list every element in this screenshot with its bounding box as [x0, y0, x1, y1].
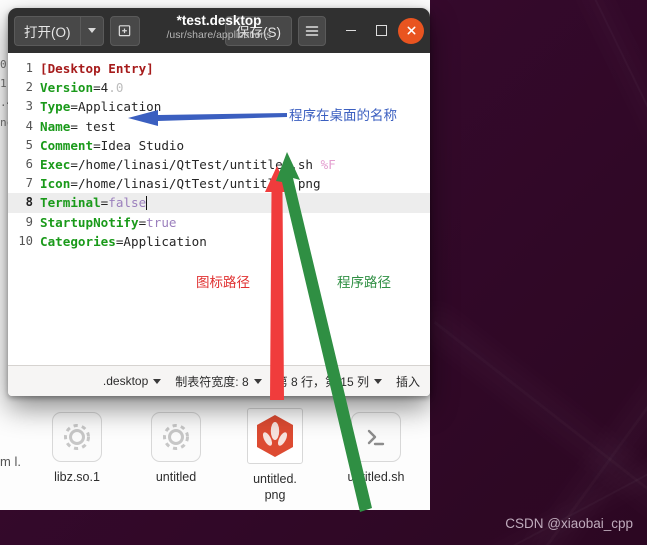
- window-titlebar[interactable]: 打开(O) *test.desktop /usr/share/applicati…: [8, 8, 430, 53]
- desktop-icon-label: untitled. png: [253, 472, 297, 502]
- open-dropdown-button[interactable]: [79, 15, 104, 46]
- filetype-label: .desktop: [102, 374, 149, 388]
- gedit-window[interactable]: 打开(O) *test.desktop /usr/share/applicati…: [8, 8, 430, 396]
- wallpaper-streak: [586, 0, 647, 200]
- tab-width-label: 制表符宽度: 8: [175, 374, 249, 389]
- code-token-key: Name: [40, 118, 71, 134]
- text-editor-area[interactable]: 1 [Desktop Entry] 2 Version = 4 .0 3 Typ…: [8, 53, 430, 365]
- new-document-button[interactable]: [109, 15, 140, 46]
- code-token-value: Application: [123, 233, 207, 249]
- close-icon: [407, 26, 415, 35]
- minimize-icon: [346, 29, 356, 32]
- code-line[interactable]: 3 Type = Application: [8, 97, 430, 116]
- code-token-value: test: [77, 118, 116, 134]
- gear-icon: [151, 412, 201, 462]
- code-line[interactable]: 2 Version = 4 .0: [8, 78, 430, 97]
- cursor-position-selector[interactable]: 第 8 行，第 15 列: [276, 373, 382, 390]
- code-line[interactable]: 4 Name = test: [8, 117, 430, 136]
- code-token-equals: =: [93, 137, 101, 153]
- new-document-icon: [118, 25, 131, 37]
- code-token-literal: false: [108, 195, 147, 211]
- code-token-literal: true: [146, 214, 177, 230]
- wallpaper-streak: [540, 309, 647, 545]
- code-token-equals: =: [115, 233, 124, 249]
- line-number: 3: [25, 99, 33, 114]
- code-line[interactable]: 7 Icon = /home/linasi/QtTest/untitled.pn…: [8, 174, 430, 193]
- watermark: CSDN @xiaobai_cpp: [505, 516, 633, 531]
- line-number: 6: [25, 156, 33, 171]
- line-number: 5: [25, 137, 33, 152]
- desktop-icon-label: untitled: [155, 470, 197, 484]
- chevron-down-icon: [373, 378, 382, 384]
- code-token-value: Application: [77, 99, 162, 115]
- code-token-value: /home/linasi/QtTest/untitled.sh: [77, 156, 313, 172]
- code-token-value: Idea Studio: [100, 137, 185, 153]
- code-token-key: Categories: [40, 233, 116, 249]
- open-button[interactable]: 打开(O): [14, 15, 80, 46]
- line-number: 8: [25, 195, 33, 210]
- wallpaper-streak: [433, 321, 647, 545]
- chevron-down-icon: [87, 28, 96, 33]
- line-number: 4: [25, 118, 33, 133]
- hamburger-menu-icon: [305, 25, 319, 36]
- code-token-equals: =: [100, 195, 109, 211]
- cursor-position-label: 第 8 行，第 15 列: [275, 374, 369, 389]
- code-token-equals: =: [70, 156, 78, 172]
- code-token-key: Terminal: [40, 195, 101, 211]
- desktop-icon-label: untitled.sh: [347, 470, 405, 484]
- code-token-equals: =: [70, 176, 78, 192]
- line-number: 9: [25, 214, 33, 229]
- code-token-key: StartupNotify: [40, 214, 139, 230]
- code-token-equals: =: [93, 80, 101, 96]
- code-token-key: Exec: [40, 156, 71, 172]
- background-lower-text: m l.: [0, 454, 21, 469]
- text-cursor: [146, 195, 148, 210]
- code-line[interactable]: 9 StartupNotify = true: [8, 213, 430, 232]
- tab-width-selector[interactable]: 制表符宽度: 8: [175, 373, 262, 390]
- code-line[interactable]: 5 Comment = Idea Studio: [8, 136, 430, 155]
- line-number: 1: [25, 61, 33, 75]
- close-button[interactable]: [398, 17, 424, 44]
- code-token-number: 4: [100, 80, 109, 96]
- line-number: 10: [18, 233, 33, 248]
- line-number: 7: [25, 176, 33, 191]
- code-token-flag: %F: [312, 156, 336, 172]
- filetype-selector[interactable]: .desktop: [102, 374, 162, 388]
- code-line-current[interactable]: 8 Terminal = false: [8, 193, 430, 213]
- code-token-key: Comment: [40, 137, 94, 153]
- chevron-down-icon: [253, 378, 262, 384]
- insert-mode-label: 插入: [395, 374, 420, 389]
- ubuntu-logo-image: [247, 408, 303, 464]
- desktop-icon-libz[interactable]: libz.so.1: [29, 412, 125, 485]
- save-button[interactable]: 保存(S): [225, 15, 292, 46]
- wallpaper-streak: [444, 459, 647, 545]
- status-bar[interactable]: .desktop 制表符宽度: 8 第 8 行，第 15 列 插入: [8, 365, 430, 396]
- desktop-icon-label: libz.so.1: [54, 470, 100, 484]
- gear-icon: [52, 412, 102, 462]
- code-token-value: /home/linasi/QtTest/untitled.png: [77, 176, 321, 192]
- chevron-down-icon: [153, 378, 162, 384]
- code-token-equals: =: [70, 99, 78, 115]
- code-token-key: Version: [40, 80, 94, 96]
- line-number: 2: [25, 80, 33, 95]
- code-token-equals: =: [70, 118, 78, 134]
- desktop-icon-untitled-sh[interactable]: untitled.sh: [328, 412, 424, 485]
- code-token-header: [Desktop Entry]: [40, 61, 154, 76]
- code-content[interactable]: 1 [Desktop Entry] 2 Version = 4 .0 3 Typ…: [8, 53, 430, 365]
- terminal-script-icon: [351, 412, 401, 462]
- maximize-button[interactable]: [368, 18, 394, 44]
- desktop-icon-untitled[interactable]: untitled: [128, 412, 224, 485]
- code-line[interactable]: 10 Categories = Application: [8, 232, 430, 251]
- code-token-key: Icon: [40, 176, 71, 192]
- hamburger-menu-button[interactable]: [298, 15, 326, 46]
- code-line[interactable]: 1 [Desktop Entry]: [8, 59, 430, 78]
- insert-mode-indicator[interactable]: 插入: [396, 373, 420, 390]
- maximize-icon: [375, 25, 387, 36]
- code-token-equals: =: [138, 214, 147, 230]
- desktop-icon-untitled-png[interactable]: untitled. png: [227, 408, 323, 503]
- code-token-key: Type: [40, 99, 71, 115]
- code-line[interactable]: 6 Exec = /home/linasi/QtTest/untitled.sh…: [8, 155, 430, 174]
- minimize-button[interactable]: [338, 18, 364, 44]
- code-token-number-decimal: .0: [108, 80, 124, 96]
